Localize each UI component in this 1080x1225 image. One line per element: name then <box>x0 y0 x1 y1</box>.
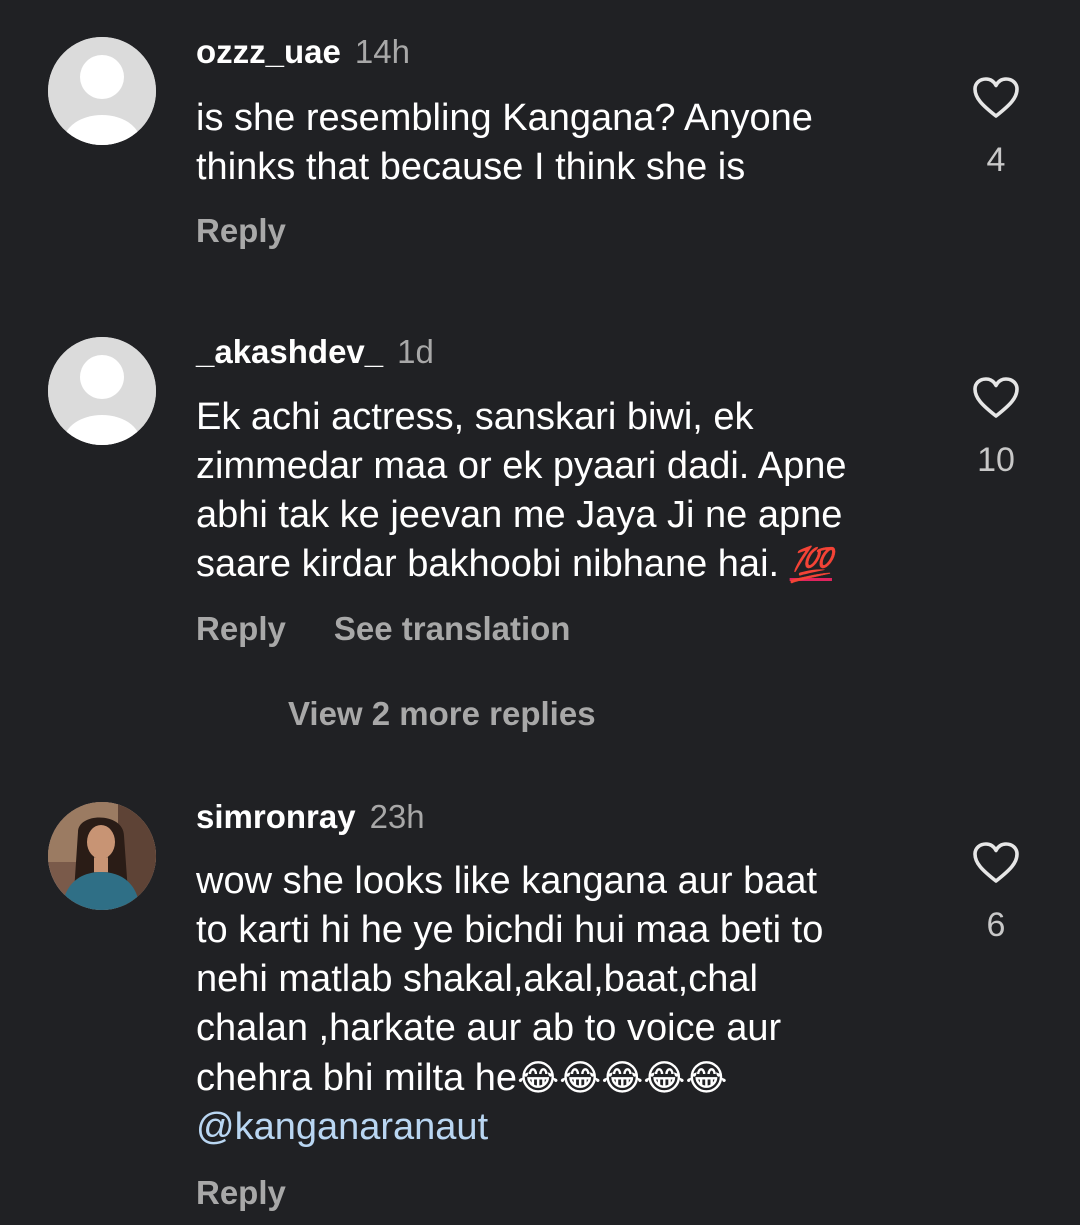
heart-outline-icon[interactable] <box>972 376 1020 420</box>
comment-header: simronray 23h <box>196 797 425 837</box>
comment-header: _akashdev_ 1d <box>196 332 434 372</box>
reply-button[interactable]: Reply <box>196 212 286 249</box>
comment-text-line: is she resembling Kangana? Anyone <box>196 97 813 139</box>
comment-text-line: zimmedar maa or ek pyaari dadi. Apne <box>196 445 847 487</box>
comment-actions: Reply See translation <box>196 609 570 649</box>
comment-text-line: to karti hi he ye bichdi hui maa beti to <box>196 909 824 951</box>
default-avatar-icon[interactable] <box>48 337 156 445</box>
default-avatar-icon[interactable] <box>48 37 156 145</box>
heart-outline-icon[interactable] <box>972 841 1020 885</box>
like-count: 10 <box>977 441 1015 479</box>
comment-text: is she resembling Kangana? Anyone thinks… <box>196 94 936 192</box>
comment-time: 23h <box>369 798 425 835</box>
reply-button[interactable]: Reply <box>196 610 286 647</box>
reply-button[interactable]: Reply <box>196 1174 286 1211</box>
comment-text-line-content: saare kirdar bakhoobi nibhane hai. <box>196 543 780 585</box>
comment-actions: Reply <box>196 211 286 251</box>
see-translation-button[interactable]: See translation <box>334 610 571 647</box>
comment-text-line: wow she looks like kangana aur baat <box>196 860 818 902</box>
hundred-points-emoji: 💯 <box>789 546 832 584</box>
comment-text-line: saare kirdar bakhoobi nibhane hai. 💯 <box>196 540 936 590</box>
comment-header: ozzz_uae 14h <box>196 32 410 72</box>
heart-outline-icon[interactable] <box>972 76 1020 120</box>
comment-username[interactable]: ozzz_uae <box>196 33 341 70</box>
comment-text-line: chalan ,harkate aur ab to voice aur <box>196 1007 782 1049</box>
comment-text-line: nehi matlab shakal,akal,baat,chal <box>196 958 758 1000</box>
comment-username[interactable]: simronray <box>196 798 356 835</box>
like-count: 6 <box>986 906 1006 944</box>
like-count: 4 <box>986 141 1006 179</box>
comment-text-line: thinks that because I think she is <box>196 146 746 188</box>
comment-text-line-content: chehra bhi milta he <box>196 1057 518 1099</box>
laughing-emoji: 😂😂😂😂😂 <box>517 1057 728 1098</box>
comment-text: wow she looks like kangana aur baat to k… <box>196 857 936 1152</box>
view-more-replies-button[interactable]: View 2 more replies <box>288 694 596 734</box>
comment-time: 14h <box>354 33 410 70</box>
comment-actions: Reply <box>196 1173 286 1213</box>
comment-text-line: chehra bhi milta he😂😂😂😂😂 <box>196 1053 936 1103</box>
comment-text-line: abhi tak ke jeevan me Jaya Ji ne apne <box>196 494 843 536</box>
user-avatar[interactable] <box>48 802 156 910</box>
mention-link[interactable]: @kanganaranaut <box>196 1103 936 1152</box>
comment-text: Ek achi actress, sanskari biwi, ek zimme… <box>196 393 936 590</box>
comment-time: 1d <box>397 333 434 370</box>
comment-text-line: Ek achi actress, sanskari biwi, ek <box>196 396 754 438</box>
comment-username[interactable]: _akashdev_ <box>196 333 383 370</box>
